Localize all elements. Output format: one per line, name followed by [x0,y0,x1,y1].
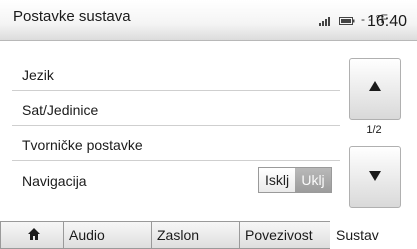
tab-audio[interactable]: Audio [63,221,153,249]
status-header: Postavke sustava - - °F 16:40 [0,0,417,41]
tab-povezivost[interactable]: Povezivost [239,221,331,249]
tab-label: Audio [69,227,105,243]
menu-item-navigacija: Navigacija Isklj Uklj [12,166,340,196]
scroll-down-button[interactable] [349,146,401,208]
tab-label: Zaslon [157,227,200,243]
toggle-off-option[interactable]: Isklj [259,168,295,192]
menu-item-label: Navigacija [22,173,87,189]
menu-item-sat-jedinice[interactable]: Sat/Jedinice [12,95,340,126]
tab-zaslon[interactable]: Zaslon [151,221,241,249]
tab-sustav[interactable]: Sustav [330,221,417,249]
page-title: Postavke sustava [13,8,131,25]
menu-item-label: Jezik [22,67,54,83]
navigation-toggle: Isklj Uklj [258,167,332,193]
arrow-up-icon [369,81,381,91]
arrow-down-icon [369,171,381,181]
bottom-tab-bar: Audio Zaslon Povezivost Sustav [0,221,417,249]
page-indicator: 1/2 [366,124,382,136]
signal-strength-icon [319,17,330,26]
tab-label: Sustav [336,227,379,243]
home-icon [28,228,40,240]
menu-item-jezik[interactable]: Jezik [12,60,340,91]
scroll-up-button[interactable] [349,58,401,120]
tab-home[interactable] [0,221,65,249]
clock: 16:40 [367,13,408,30]
tab-label: Povezivost [245,227,313,243]
toggle-on-option[interactable]: Uklj [295,168,331,192]
menu-item-label: Tvorničke postavke [22,137,143,153]
menu-item-label: Sat/Jedinice [22,102,99,118]
menu-item-tvornicke-postavke[interactable]: Tvorničke postavke [12,130,340,161]
battery-icon [339,17,355,25]
